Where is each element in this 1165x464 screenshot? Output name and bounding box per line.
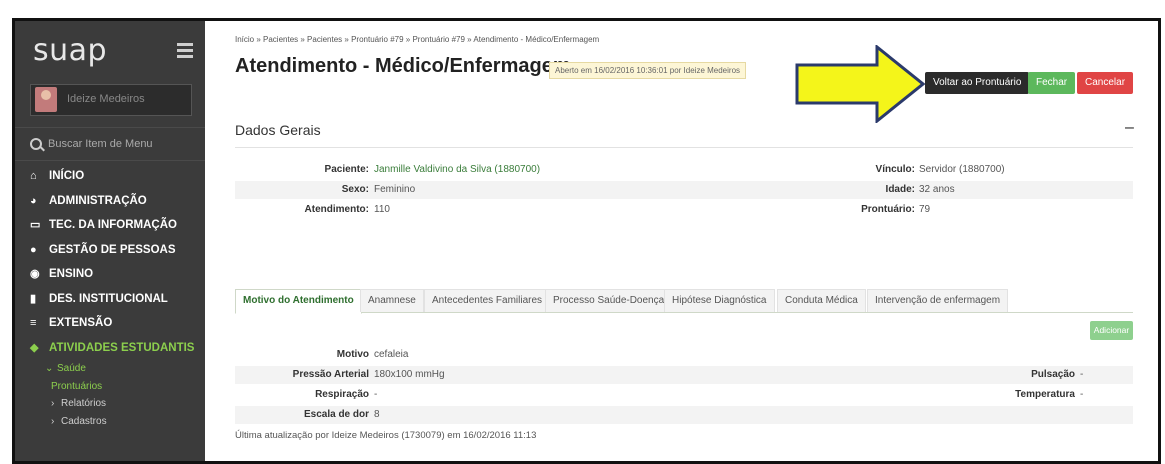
sidebar-subitem-label: Prontuários: [51, 380, 103, 392]
chevron-right-icon: ›: [51, 415, 55, 427]
sidebar-subitem-saude[interactable]: ⌄ Saúde: [15, 360, 205, 378]
sidebar: suap Ideize Medeiros Buscar Item de Menu…: [15, 21, 205, 461]
screenshot-frame: suap Ideize Medeiros Buscar Item de Menu…: [0, 0, 1165, 464]
temperatura-label: Temperatura: [1015, 389, 1075, 400]
sidebar-subitem-label: Saúde: [57, 363, 86, 374]
motivo-value: cefaleia: [374, 349, 409, 360]
motivo-row: Pressão Arterial 180x100 mmHg Pulsação -: [235, 366, 1133, 384]
sidebar-subitem-cadastros[interactable]: › Cadastros: [15, 413, 205, 431]
vinculo-value: Servidor (1880700): [919, 164, 1005, 175]
sexo-value: Feminino: [374, 184, 416, 195]
dor-value: 8: [374, 409, 380, 420]
sidebar-item-label: ENSINO: [49, 268, 94, 280]
chevron-right-icon: ›: [51, 398, 55, 409]
pencil-icon: ◉: [30, 268, 40, 280]
user-icon: ●: [30, 243, 37, 256]
paciente-label: Paciente:: [324, 164, 369, 175]
sidebar-subitem-relatorios[interactable]: › Relatórios: [15, 395, 205, 413]
atendimento-value: 110: [374, 204, 390, 215]
pulsacao-value: -: [1080, 369, 1084, 380]
cancel-button[interactable]: Cancelar: [1077, 72, 1134, 94]
monitor-icon: ▭: [30, 219, 41, 231]
tab-bar: Motivo do Atendimento Anamnese Anteceden…: [235, 285, 1133, 314]
sidebar-item-inicio[interactable]: ⌂ INÍCIO: [15, 164, 205, 189]
sidebar-subitem-label: Relatórios: [61, 398, 107, 409]
sidebar-item-extensao[interactable]: ≡ EXTENSÃO: [15, 311, 205, 336]
back-to-record-button[interactable]: Voltar ao Prontuário: [925, 72, 1030, 94]
menu-search-placeholder: Buscar Item de Menu: [48, 138, 153, 150]
breadcrumb[interactable]: Início » Pacientes » Pacientes » Prontuá…: [235, 35, 599, 44]
sidebar-item-label: EXTENSÃO: [49, 317, 113, 329]
page-title: Atendimento - Médico/Enfermagem: [235, 55, 571, 77]
sidebar-subitem-label: Cadastros: [61, 415, 107, 427]
leaf-icon: ◕: [30, 194, 37, 207]
atendimento-label: Atendimento:: [304, 204, 369, 215]
main-content: Início » Pacientes » Pacientes » Prontuá…: [205, 21, 1158, 461]
sidebar-item-label: INÍCIO: [49, 170, 85, 182]
collapse-icon[interactable]: –: [1125, 119, 1134, 137]
sidebar-item-atividades-estudantis[interactable]: ◆ ATIVIDADES ESTUDANTIS: [15, 336, 205, 361]
arrow-annotation-icon: [795, 45, 925, 123]
menu-search[interactable]: Buscar Item de Menu: [15, 127, 205, 161]
graduation-icon: ◆: [30, 341, 39, 354]
user-box[interactable]: Ideize Medeiros: [30, 84, 192, 116]
close-button[interactable]: Fechar: [1028, 72, 1076, 94]
info-row: Sexo: Feminino Idade: 32 anos: [235, 181, 1133, 199]
tab-hipotese-diagnostica[interactable]: Hipótese Diagnóstica: [664, 289, 775, 312]
tab-anamnese[interactable]: Anamnese: [360, 289, 424, 312]
sexo-label: Sexo:: [341, 184, 369, 195]
add-button[interactable]: Adicionar: [1090, 321, 1133, 340]
vinculo-label: Vínculo:: [875, 164, 915, 175]
user-name: Ideize Medeiros: [67, 93, 145, 105]
temperatura-value: -: [1080, 389, 1084, 400]
prontuario-value: 79: [919, 204, 931, 215]
search-icon: [30, 138, 42, 150]
menu-toggle-icon[interactable]: [177, 43, 193, 61]
motivo-row: Motivo cefaleia: [235, 346, 1133, 364]
section-title: Dados Gerais: [235, 122, 321, 138]
app-logo[interactable]: suap: [33, 33, 107, 68]
tab-antecedentes-familiares[interactable]: Antecedentes Familiares: [424, 289, 551, 312]
pressao-label: Pressão Arterial: [292, 369, 369, 380]
sidebar-item-label: TEC. DA INFORMAÇÃO: [49, 219, 177, 231]
prontuario-label: Prontuário:: [861, 204, 915, 215]
sidebar-item-gestao-pessoas[interactable]: ● GESTÃO DE PESSOAS: [15, 238, 205, 263]
paciente-link[interactable]: Janmille Valdivino da Silva (1880700): [374, 161, 540, 179]
pulsacao-label: Pulsação: [1031, 369, 1075, 380]
info-row: Paciente: Janmille Valdivino da Silva (1…: [235, 161, 1133, 179]
bar-chart-icon: ▮: [30, 292, 37, 305]
respiracao-label: Respiração: [315, 389, 369, 400]
sidebar-item-des-institucional[interactable]: ▮ DES. INSTITUCIONAL: [15, 287, 205, 312]
sidebar-subitem-prontuarios[interactable]: Prontuários: [15, 378, 205, 396]
sidebar-item-label: ADMINISTRAÇÃO: [49, 194, 147, 207]
idade-value: 32 anos: [919, 184, 955, 195]
sidebar-nav: ⌂ INÍCIO ◕ ADMINISTRAÇÃO ▭ TEC. DA INFORMAÇ…: [15, 164, 205, 430]
sidebar-item-label: GESTÃO DE PESSOAS: [49, 243, 176, 256]
sidebar-item-label: ATIVIDADES ESTUDANTIS: [49, 341, 195, 354]
sidebar-item-label: DES. INSTITUCIONAL: [49, 292, 168, 305]
home-icon: ⌂: [30, 170, 37, 182]
motivo-row: Escala de dor 8: [235, 406, 1133, 424]
opened-status-badge: Aberto em 16/02/2016 10:36:01 por Ideize…: [549, 62, 747, 79]
respiracao-value: -: [374, 389, 378, 400]
motivo-label: Motivo: [336, 349, 369, 360]
divider: [235, 147, 1133, 148]
list-icon: ≡: [30, 317, 37, 329]
motivo-row: Respiração - Temperatura -: [235, 386, 1133, 404]
sidebar-item-ensino[interactable]: ◉ ENSINO: [15, 262, 205, 287]
idade-label: Idade:: [885, 184, 915, 195]
info-row: Atendimento: 110 Prontuário: 79: [235, 201, 1133, 219]
chevron-down-icon: ⌄: [45, 363, 54, 374]
dor-label: Escala de dor: [303, 409, 369, 420]
last-update-text: Última atualização por Ideize Medeiros (…: [235, 430, 537, 441]
tab-conduta-medica[interactable]: Conduta Médica: [777, 289, 866, 312]
avatar: [35, 87, 57, 112]
tab-intervencao-enfermagem[interactable]: Intervenção de enfermagem: [867, 289, 1009, 312]
sidebar-item-tec-informacao[interactable]: ▭ TEC. DA INFORMAÇÃO: [15, 213, 205, 238]
pressao-value: 180x100 mmHg: [374, 369, 445, 380]
app-window: suap Ideize Medeiros Buscar Item de Menu…: [12, 18, 1161, 464]
tab-motivo-atendimento[interactable]: Motivo do Atendimento: [235, 289, 362, 314]
sidebar-item-administracao[interactable]: ◕ ADMINISTRAÇÃO: [15, 189, 205, 214]
tab-processo-saude-doenca[interactable]: Processo Saúde-Doença: [545, 289, 673, 312]
